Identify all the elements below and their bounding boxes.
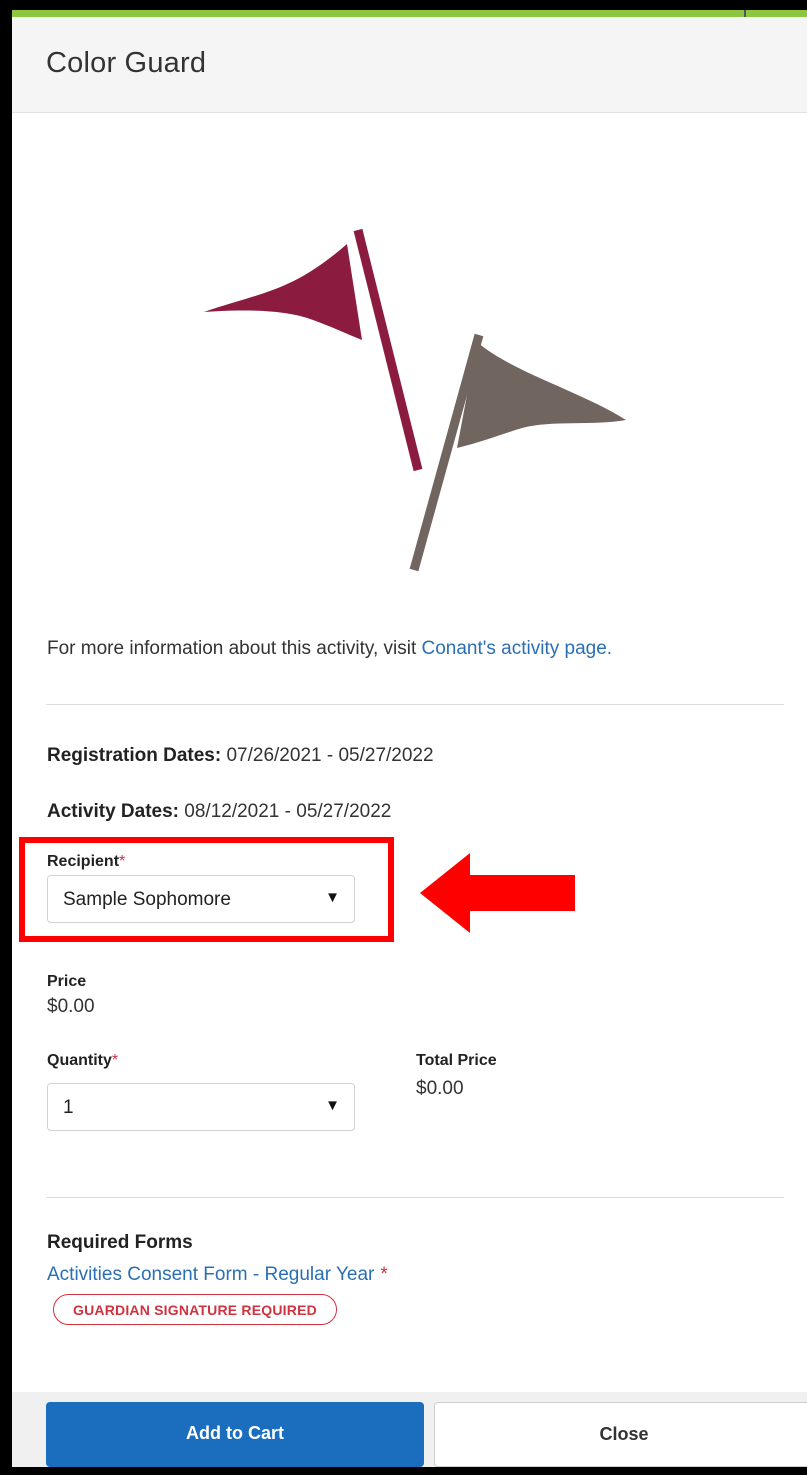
required-form-item: Activities Consent Form - Regular Year *	[47, 1264, 388, 1286]
annotation-arrow-icon	[420, 853, 575, 933]
activity-info-text: For more information about this activity…	[47, 638, 612, 660]
flags-icon	[204, 228, 626, 572]
registration-dates-value: 07/26/2021 - 05/27/2022	[221, 745, 434, 766]
quantity-label-text: Quantity	[47, 1052, 112, 1069]
total-price-value: $0.00	[416, 1078, 464, 1099]
consent-form-link[interactable]: Activities Consent Form - Regular Year	[47, 1264, 374, 1285]
divider	[46, 1197, 784, 1198]
activity-dates-value: 08/12/2021 - 05/27/2022	[179, 801, 392, 822]
quantity-label: Quantity*	[47, 1052, 118, 1070]
registration-dates: Registration Dates: 07/26/2021 - 05/27/2…	[47, 745, 434, 767]
activity-dates-label: Activity Dates:	[47, 801, 179, 822]
bottom-border	[0, 1467, 807, 1475]
activity-page-link[interactable]: Conant's activity page.	[422, 638, 613, 659]
quantity-select[interactable]: 1 ▼	[47, 1083, 355, 1131]
dialog-title: Color Guard	[46, 47, 207, 79]
close-button[interactable]: Close	[434, 1402, 807, 1467]
total-price-label: Total Price	[416, 1052, 497, 1069]
left-border	[0, 0, 12, 1475]
add-to-cart-button[interactable]: Add to Cart	[46, 1402, 424, 1467]
price-label: Price	[47, 973, 87, 990]
info-text: For more information about this activity…	[47, 638, 422, 659]
form-required-marker: *	[380, 1264, 388, 1285]
required-forms-title: Required Forms	[47, 1232, 193, 1253]
maroon-flag	[204, 228, 423, 472]
quantity-required-marker: *	[111, 1052, 119, 1069]
guardian-signature-badge: GUARDIAN SIGNATURE REQUIRED	[53, 1294, 337, 1325]
activity-dates: Activity Dates: 08/12/2021 - 05/27/2022	[47, 801, 391, 823]
gray-flag	[409, 333, 626, 572]
activity-dialog: Color Guard For more information about t…	[12, 17, 807, 1467]
top-border	[0, 0, 807, 10]
quantity-selected-value: 1	[63, 1097, 74, 1118]
divider	[46, 704, 784, 705]
registration-dates-label: Registration Dates:	[47, 745, 222, 766]
accent-bar	[10, 10, 807, 17]
price-value: $0.00	[47, 996, 95, 1017]
dialog-footer: Add to Cart Close	[12, 1392, 807, 1467]
annotation-highlight-box	[19, 837, 394, 942]
chevron-down-icon: ▼	[325, 1097, 340, 1114]
dialog-header: Color Guard	[12, 17, 807, 113]
